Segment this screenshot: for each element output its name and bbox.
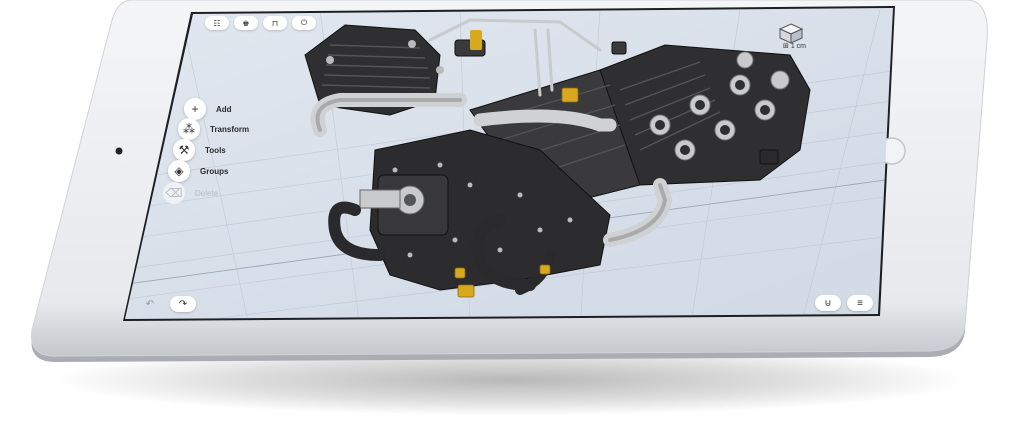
power-icon: ⏻ (300, 18, 308, 27)
tool-groups-label: Groups (200, 166, 229, 176)
front-camera (115, 147, 123, 155)
view-cube-icon[interactable] (778, 22, 804, 44)
tool-add-label: Add (216, 104, 232, 114)
tablet-device: ☷ ♚ ⊓ ⏻ ⊞ 1 cm + Add ⁂ Transform ⚒ Tools… (0, 0, 1024, 441)
snap-button[interactable]: ⊍ (815, 295, 841, 311)
trash-icon: ⌫ (163, 182, 185, 204)
layers-icon: ◈ (168, 160, 190, 182)
export-icon: ⊓ (271, 18, 279, 28)
grid-menu-button[interactable]: ☷ (205, 16, 229, 30)
tool-tools-label: Tools (205, 145, 226, 155)
tool-transform-label: Transform (210, 124, 250, 134)
undo-icon: ↶ (145, 298, 155, 310)
scale-label: 1 cm (790, 43, 806, 50)
tool-delete-label: Delete (195, 188, 219, 198)
redo-icon: ↷ (178, 298, 188, 310)
export-button[interactable]: ⊓ (263, 16, 287, 30)
undo-button[interactable]: ↶ (137, 296, 163, 312)
scale-indicator: ⊞ 1 cm (783, 42, 806, 50)
scale-icon: ⊞ (783, 43, 791, 50)
grid-menu-icon: ☷ (213, 18, 221, 28)
settings-button[interactable]: ≡ (847, 295, 873, 311)
redo-button[interactable]: ↷ (170, 296, 196, 312)
tool-add[interactable]: + Add (184, 98, 232, 120)
tool-tools[interactable]: ⚒ Tools (173, 139, 226, 161)
power-button[interactable]: ⏻ (292, 16, 316, 30)
learn-icon: ♚ (242, 18, 250, 28)
learn-button[interactable]: ♚ (234, 16, 258, 30)
transform-icon: ⁂ (178, 118, 200, 140)
tool-transform[interactable]: ⁂ Transform (178, 118, 249, 140)
tool-delete: ⌫ Delete (163, 182, 218, 204)
settings-icon: ≡ (857, 297, 863, 309)
plus-icon: + (184, 98, 206, 120)
magnet-icon: ⊍ (824, 297, 832, 309)
tool-groups[interactable]: ◈ Groups (168, 160, 228, 182)
wrench-icon: ⚒ (173, 139, 195, 161)
